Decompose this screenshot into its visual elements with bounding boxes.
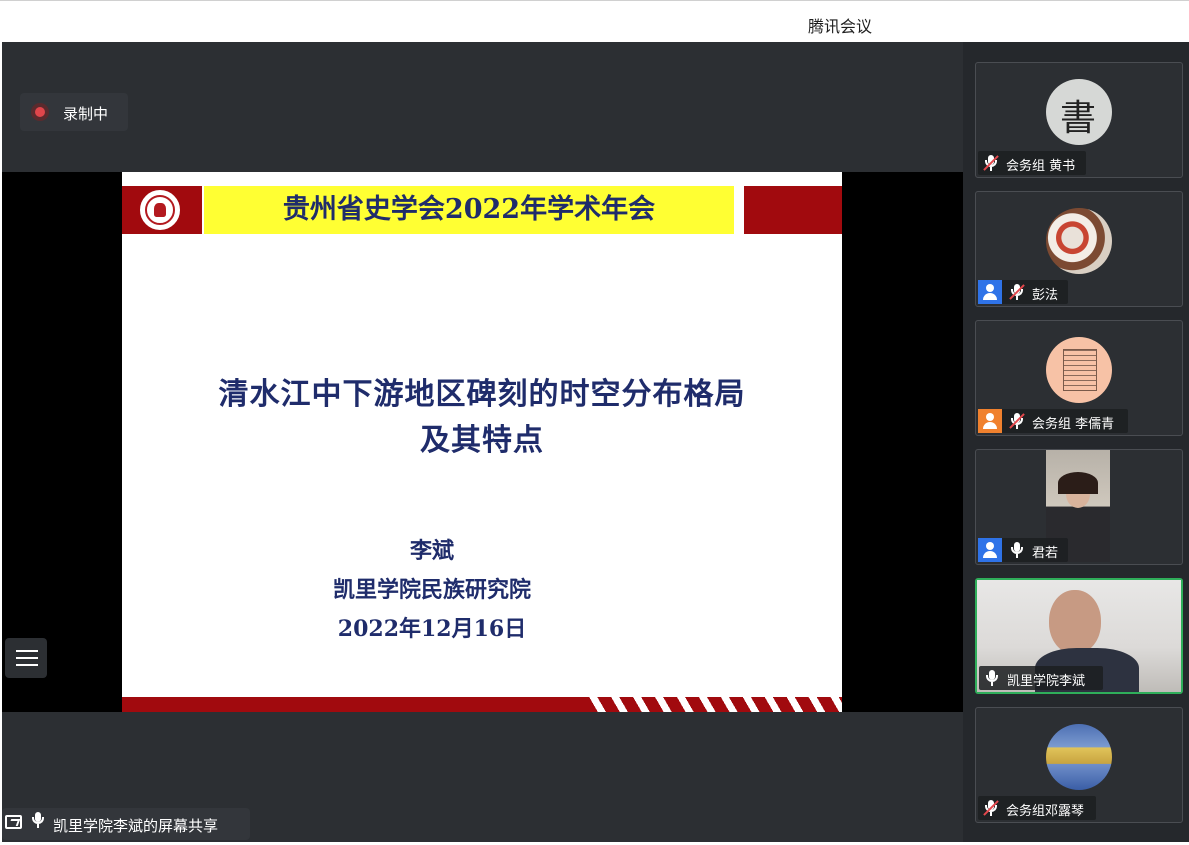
app-title: 腾讯会议 [808,17,873,36]
conference-title: 贵州省史学会2022年学术年会 [282,194,656,225]
presentation-date: 2022年12月16日 [337,616,527,642]
user-icon [978,409,1002,433]
participant-badge: 彭法 [978,280,1068,304]
university-logo-icon [140,190,180,230]
author-block: 李斌 凯里学院民族研究院 2022年12月16日 [122,532,742,649]
screen-share-icon [5,815,22,829]
participant-avatar [1046,79,1112,145]
mic-muted-icon [982,154,1000,172]
paper-title: 清水江中下游地区碑刻的时空分布格局 及其特点 [122,372,842,464]
slide-footer-stripes [584,697,842,712]
user-icon [978,280,1002,304]
participant-badge: 会务组 李儒青 [978,409,1128,433]
microphone-icon [29,811,47,829]
record-icon [31,103,49,121]
participant-avatar [1046,208,1112,274]
participant-name: 凯里学院李斌 [1007,674,1086,689]
participant-name: 彭法 [1032,288,1059,303]
participant-badge: 凯里学院李斌 [979,666,1103,690]
toggle-list-button[interactable] [5,638,47,678]
list-icon [16,650,38,652]
participant-name: 会务组邓露琴 [1006,804,1085,819]
slide-header-red-left [122,186,202,234]
participant-tile[interactable]: 会务组 黄书 [975,62,1183,178]
recording-label: 录制中 [63,105,109,123]
window-titlebar: 腾讯会议 [0,0,1189,43]
paper-title-line-1: 清水江中下游地区碑刻的时空分布格局 [218,377,746,412]
participant-tile[interactable]: 会务组邓露琴 [975,707,1183,823]
participant-sidebar: 会务组 黄书 彭法 会务组 李儒青 君若 [963,42,1189,842]
mic-muted-icon [1008,283,1026,301]
slide-header-red-right [744,186,842,234]
author-institution: 凯里学院民族研究院 [332,577,531,603]
participant-tile[interactable]: 彭法 [975,191,1183,307]
paper-title-line-2: 及其特点 [420,423,544,458]
participant-badge: 会务组邓露琴 [978,796,1096,820]
participant-name: 君若 [1032,546,1059,561]
participant-avatar [1046,337,1112,403]
screen-share-view: 贵州省史学会2022年学术年会 清水江中下游地区碑刻的时空分布格局 及其特点 李… [2,172,963,712]
screen-share-label: 凯里学院李斌的屏幕共享 [53,817,219,835]
mic-muted-icon [982,799,1000,817]
screen-share-status: 凯里学院李斌的屏幕共享 [2,808,250,840]
participant-badge: 会务组 黄书 [978,151,1086,175]
participant-tile[interactable]: 会务组 李儒青 [975,320,1183,436]
presentation-slide: 贵州省史学会2022年学术年会 清水江中下游地区碑刻的时空分布格局 及其特点 李… [122,172,842,712]
participant-tile-active-speaker[interactable]: 凯里学院李斌 [975,578,1183,694]
participant-tile[interactable]: 君若 [975,449,1183,565]
microphone-icon [1008,541,1026,559]
participant-badge: 君若 [978,538,1068,562]
main-meeting-area: 录制中 贵州省史学会2022年学术年会 清水江中下游地区碑刻的时空分布格局 及其… [2,42,963,842]
microphone-icon [983,669,1001,687]
user-icon [978,538,1002,562]
participant-avatar [1046,724,1112,790]
mic-muted-icon [1008,412,1026,430]
participant-name: 会务组 黄书 [1006,159,1076,174]
author-name: 李斌 [409,538,454,564]
recording-indicator[interactable]: 录制中 [20,93,128,131]
participant-name: 会务组 李儒青 [1032,417,1115,432]
